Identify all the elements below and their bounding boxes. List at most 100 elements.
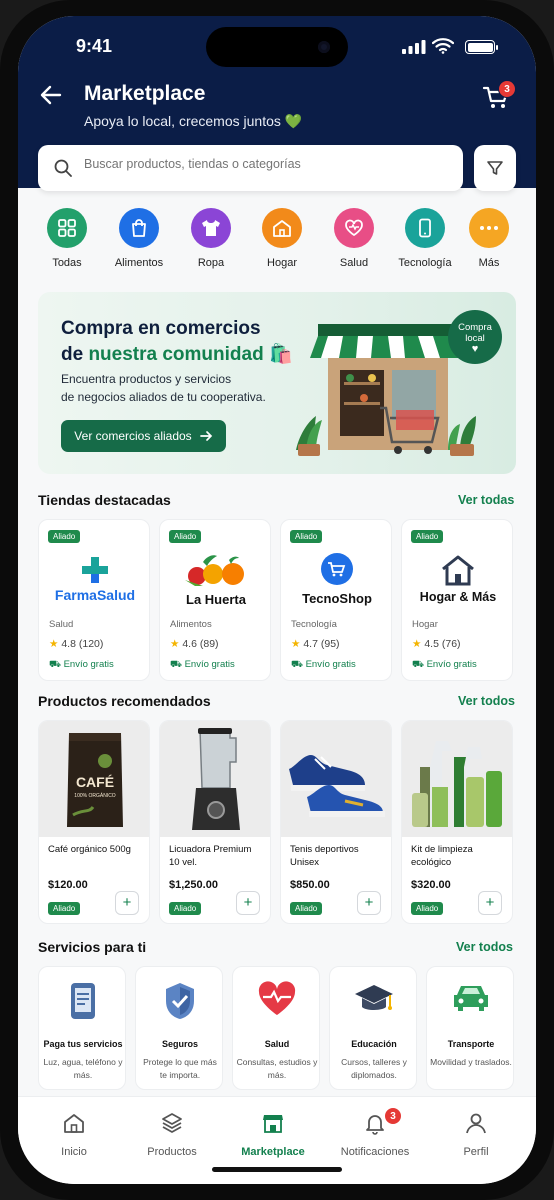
product-image-blender (160, 721, 270, 837)
wifi-icon (432, 38, 454, 54)
heartbeat-icon (233, 981, 321, 1025)
nav-item-productos[interactable]: Productos (127, 1111, 217, 1158)
service-card[interactable]: Seguros Protege lo que más te importa. (135, 966, 223, 1090)
product-card[interactable]: Licuadora Premium 10 vel. $1,250.00 Alia… (159, 720, 271, 924)
service-title: Educación (351, 1039, 397, 1049)
service-card[interactable]: Paga tus servicios Luz, agua, teléfono y… (38, 966, 126, 1090)
section-title-services: Servicios para ti (38, 939, 147, 955)
category-ropa[interactable]: Ropa (176, 208, 246, 269)
search-bar[interactable] (38, 145, 463, 191)
store-card[interactable]: Aliado Hogar & Más Hogar ★ 4.5 (76) ⛟ En… (401, 519, 513, 681)
add-to-cart-button[interactable]: + (115, 891, 139, 915)
allied-badge: Aliado (411, 530, 444, 543)
home-indicator (212, 1167, 342, 1172)
car-icon (427, 981, 515, 1025)
add-to-cart-button[interactable]: + (357, 891, 381, 915)
category-alimentos[interactable]: Alimentos (104, 208, 174, 269)
product-card[interactable]: Tenis deportivos Unisex $850.00 Aliado + (280, 720, 392, 924)
store-card[interactable]: Aliado FarmaSalud Salud ★ 4.8 (120) ⛟ En… (38, 519, 150, 681)
service-desc: Luz, agua, teléfono y más. (43, 1057, 123, 1080)
heart-icon (334, 208, 374, 248)
service-title: Paga tus servicios (43, 1039, 123, 1049)
nav-item-notificaciones[interactable]: 3 Notificaciones (330, 1107, 420, 1158)
battery-icon (465, 40, 498, 54)
allied-badge: Aliado (48, 530, 81, 543)
promo-banner[interactable]: Compra en comercios de nuestra comunidad… (38, 292, 516, 474)
section-title-products: Productos recomendados (38, 693, 211, 709)
home-icon (64, 1114, 84, 1133)
service-card[interactable]: Educación Cursos, talleres y diplomados. (329, 966, 417, 1090)
phone-frame: 9:41 Marketplace Apoya lo local, crecemo… (0, 0, 554, 1200)
view-all-products-link[interactable]: Ver todos (458, 694, 515, 708)
category-todas[interactable]: Todas (32, 208, 102, 269)
allied-badge: Aliado (48, 902, 81, 915)
product-name: Café orgánico 500g (48, 844, 131, 855)
layers-icon (162, 1113, 182, 1133)
store-category: Salud (49, 619, 74, 630)
nav-item-inicio[interactable]: Inicio (29, 1111, 119, 1158)
allied-badge: Aliado (169, 530, 202, 543)
search-icon (54, 159, 72, 177)
cart-button[interactable]: 3 (482, 80, 516, 117)
category-label: Tecnología (398, 257, 452, 269)
product-image-coffee: CAFÉ 100% ORGÁNICO (39, 721, 149, 837)
category-salud[interactable]: Salud (319, 208, 389, 269)
store-rating: ★ 4.6 (89) (170, 638, 219, 650)
more-icon (469, 208, 509, 248)
filter-button[interactable] (474, 145, 516, 191)
truck-icon: ⛟ (291, 659, 303, 670)
search-input[interactable] (84, 157, 444, 171)
product-name: Licuadora Premium 10 vel. (169, 844, 252, 868)
product-price: $120.00 (48, 879, 88, 891)
svg-text:CAFÉ: CAFÉ (76, 774, 114, 790)
view-allied-stores-button[interactable]: Ver comercios aliados (61, 420, 226, 452)
allied-badge: Aliado (169, 902, 202, 915)
service-desc: Movilidad y traslados. (430, 1057, 512, 1067)
store-logo-farmasalud: FarmaSalud (39, 548, 151, 610)
nav-item-perfil[interactable]: Perfil (431, 1111, 521, 1158)
bottom-nav: Inicio Productos Marketplace 3 Notificac… (18, 1096, 536, 1184)
service-title: Seguros (161, 1039, 198, 1049)
filter-icon (487, 161, 503, 175)
view-all-stores-link[interactable]: Ver todas (458, 493, 514, 507)
allied-badge: Aliado (290, 530, 323, 543)
service-card[interactable]: Salud Consultas, estudios y más. (232, 966, 320, 1090)
category-label: Todas (52, 257, 82, 269)
service-desc: Protege lo que más te importa. (143, 1057, 217, 1080)
allied-badge: Aliado (411, 902, 444, 915)
store-logo-la-huerta: La Huerta (160, 548, 272, 610)
category-tecnologia[interactable]: Tecnología (390, 208, 460, 269)
category-label: Más (478, 257, 500, 269)
store-icon (263, 1115, 283, 1133)
add-to-cart-button[interactable]: + (478, 891, 502, 915)
back-arrow-icon[interactable] (40, 84, 62, 106)
free-shipping: ⛟ Envío gratis (412, 659, 477, 670)
nav-item-marketplace[interactable]: Marketplace (228, 1111, 318, 1158)
category-hogar[interactable]: Hogar (247, 208, 317, 269)
shirt-icon (191, 208, 231, 248)
product-card[interactable]: Kit de limpieza ecológico $320.00 Aliado… (401, 720, 513, 924)
store-card[interactable]: Aliado La Huerta Alimentos ★ 4.6 (89) ⛟ … (159, 519, 271, 681)
nav-label: Marketplace (241, 1146, 305, 1158)
signal-icon (402, 40, 426, 54)
product-card[interactable]: CAFÉ 100% ORGÁNICO Café orgánico 500g $12… (38, 720, 150, 924)
star-icon: ★ (49, 638, 59, 650)
product-name: Kit de limpieza ecológico (411, 844, 473, 868)
shield-icon (136, 981, 224, 1025)
category-row: Todas Alimentos Ropa Hogar Salud Tecnolo… (18, 208, 536, 278)
phone-icon (405, 208, 445, 248)
store-rating: ★ 4.7 (95) (291, 638, 340, 650)
add-to-cart-button[interactable]: + (236, 891, 260, 915)
view-all-services-link[interactable]: Ver todos (456, 940, 513, 954)
category-label: Ropa (197, 257, 225, 269)
home-icon (262, 208, 302, 248)
store-card[interactable]: Aliado TecnoShop Tecnología ★ 4.7 (95) ⛟… (280, 519, 392, 681)
dynamic-island (206, 27, 348, 67)
service-card[interactable]: Transporte Movilidad y traslados. (426, 966, 514, 1090)
category-mas[interactable]: Más (454, 208, 524, 269)
store-logo-tecnoshop: TecnoShop (281, 548, 393, 610)
store-category: Tecnología (291, 619, 337, 630)
nav-label: Inicio (61, 1146, 87, 1158)
star-icon: ★ (291, 638, 301, 650)
category-label: Alimentos (114, 257, 164, 269)
